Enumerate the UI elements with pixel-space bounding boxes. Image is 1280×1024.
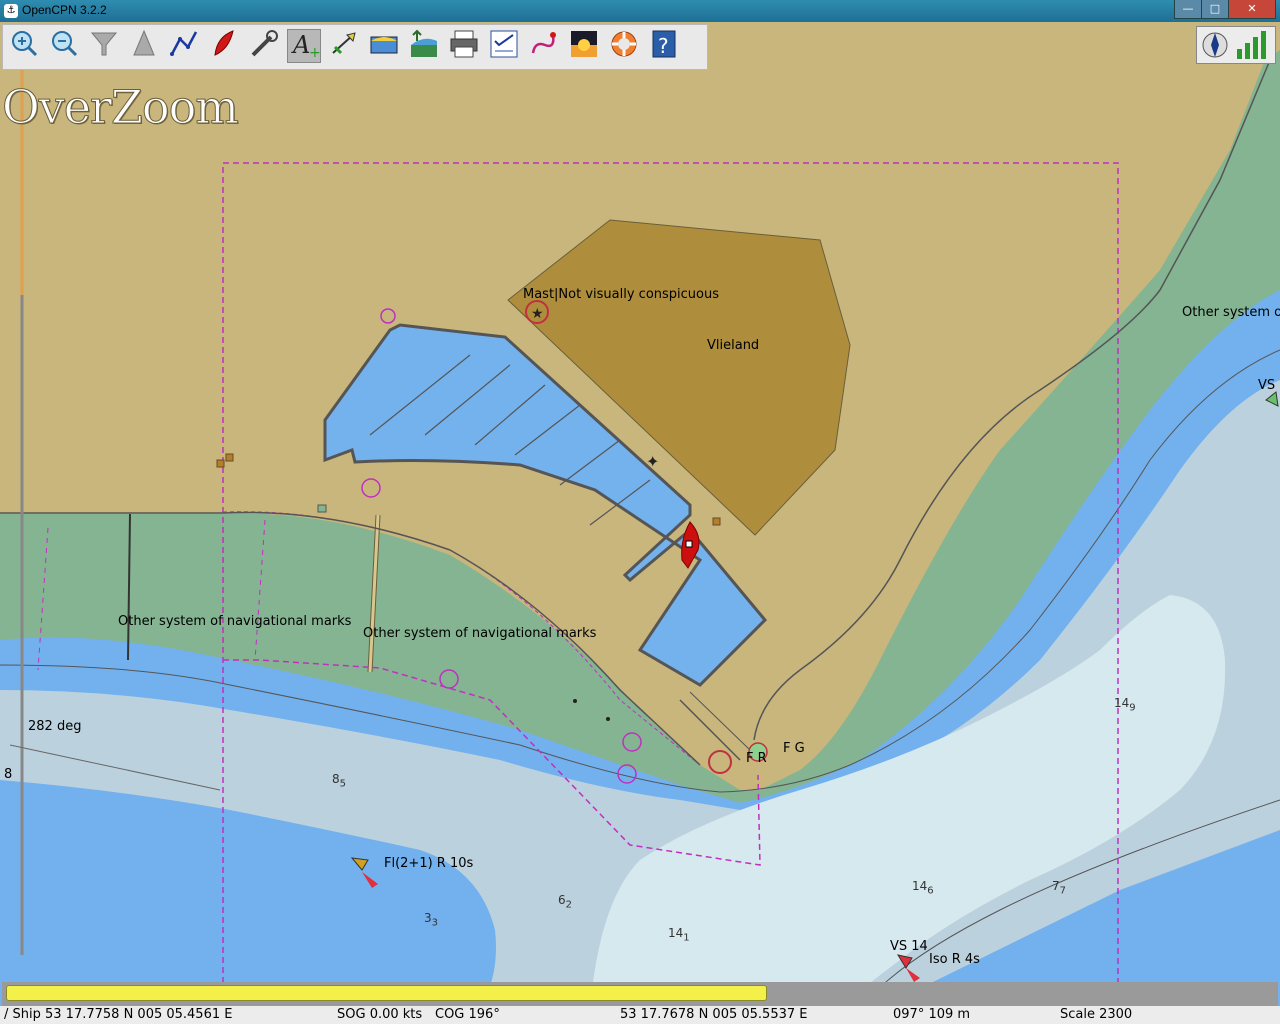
svg-text:+: + xyxy=(309,45,321,61)
mob-button[interactable] xyxy=(607,29,641,63)
compass-icon[interactable] xyxy=(1201,31,1229,59)
app-logo-icon: ⚓ xyxy=(4,4,18,18)
cursor-position: 53 17.7678 N 005 05.5537 E xyxy=(620,1007,808,1022)
signal-strength-icon xyxy=(1233,31,1269,59)
minimize-button[interactable]: — xyxy=(1174,0,1202,19)
text-button[interactable]: A + xyxy=(287,29,321,63)
auto-follow-button[interactable] xyxy=(207,29,241,63)
zoom-in-button[interactable] xyxy=(7,29,41,63)
scale-readout: Scale 2300 xyxy=(1060,1007,1133,1022)
wrench-icon xyxy=(247,27,281,65)
fr-light-label: F R xyxy=(746,751,767,766)
fg-light-label: F G xyxy=(783,741,805,756)
svg-text:★: ★ xyxy=(531,306,544,322)
bearing-distance: 097° 109 m xyxy=(893,1007,971,1022)
ship-position: / Ship 53 17.7758 N 005 05.4561 E xyxy=(4,1007,233,1022)
scale-out-button[interactable] xyxy=(127,29,161,63)
window-title: OpenCPN 3.2.2 xyxy=(22,3,107,17)
sounding: 77 xyxy=(1052,879,1067,897)
settings-button[interactable] xyxy=(247,29,281,63)
text-icon: A + xyxy=(287,27,321,65)
help-icon: ? xyxy=(647,27,681,65)
sog-readout: SOG 0.00 kts xyxy=(337,1007,423,1022)
svg-text:A: A xyxy=(291,31,310,59)
nav-marks-center-label: Other system of navigational marks xyxy=(363,626,597,641)
print-button[interactable] xyxy=(447,29,481,63)
fl-light-label: Fl(2+1) R 10s xyxy=(384,856,474,871)
svg-text:?: ? xyxy=(658,34,669,58)
checklist-icon xyxy=(487,27,521,65)
help-button[interactable]: ? xyxy=(647,29,681,63)
color-scheme-button[interactable] xyxy=(567,29,601,63)
tide-button[interactable] xyxy=(367,29,401,63)
compass-toolbar xyxy=(1196,26,1276,64)
vs14-label: VS 14 xyxy=(890,939,928,954)
nav-marks-left-label: Other system of navigational marks xyxy=(118,614,352,629)
current-icon xyxy=(327,27,361,65)
cone-icon xyxy=(127,27,161,65)
title-bar: ⚓ OpenCPN 3.2.2 xyxy=(0,0,1280,22)
iso-light-label: Iso R 4s xyxy=(929,952,980,967)
route-manager-button[interactable] xyxy=(487,29,521,63)
main-toolbar: A +? xyxy=(2,24,708,70)
sounding: 62 xyxy=(558,893,573,911)
current-button[interactable] xyxy=(327,29,361,63)
create-route-button[interactable] xyxy=(167,29,201,63)
sounding: 85 xyxy=(332,772,347,790)
track-icon xyxy=(527,27,561,65)
boat-icon xyxy=(207,27,241,65)
sounding: 141 xyxy=(668,926,690,944)
mast-label: Mast|Not visually conspicuous xyxy=(523,287,720,302)
vlieland-label: Vlieland xyxy=(707,338,760,353)
sounding: 149 xyxy=(1114,696,1136,714)
overzoom-indicator: OverZoom xyxy=(2,80,240,135)
zoom-out-icon xyxy=(47,27,81,65)
cog-readout: COG 196° xyxy=(435,1007,500,1022)
nav-marks-right-label: Other system o xyxy=(1182,305,1280,320)
chart-quilt-button[interactable] xyxy=(407,29,441,63)
sounding: 146 xyxy=(912,879,934,897)
tide-icon xyxy=(367,27,401,65)
route-icon xyxy=(167,27,201,65)
sunset-icon xyxy=(567,27,601,65)
svg-text:✦: ✦ xyxy=(646,452,659,471)
chart-bar-fill[interactable] xyxy=(6,985,767,1001)
heading-readout: 282 deg xyxy=(28,719,82,734)
zoom-out-button[interactable] xyxy=(47,29,81,63)
maximize-button[interactable]: □ xyxy=(1201,0,1229,19)
edge-depth-label: 8 xyxy=(4,767,13,782)
close-button[interactable]: ✕ xyxy=(1228,0,1276,19)
lifebuoy-icon xyxy=(607,27,641,65)
sounding: 33 xyxy=(424,911,439,929)
zoom-in-icon xyxy=(7,27,41,65)
funnel-icon xyxy=(87,27,121,65)
track-button[interactable] xyxy=(527,29,561,63)
vs-right-label: VS xyxy=(1258,378,1276,393)
layers-icon xyxy=(407,27,441,65)
status-bar: / Ship 53 17.7758 N 005 05.4561 E SOG 0.… xyxy=(0,1006,1280,1024)
scale-in-button[interactable] xyxy=(87,29,121,63)
chart-canvas[interactable]: ★ ✦ xyxy=(0,22,1280,1008)
printer-icon xyxy=(447,27,481,65)
